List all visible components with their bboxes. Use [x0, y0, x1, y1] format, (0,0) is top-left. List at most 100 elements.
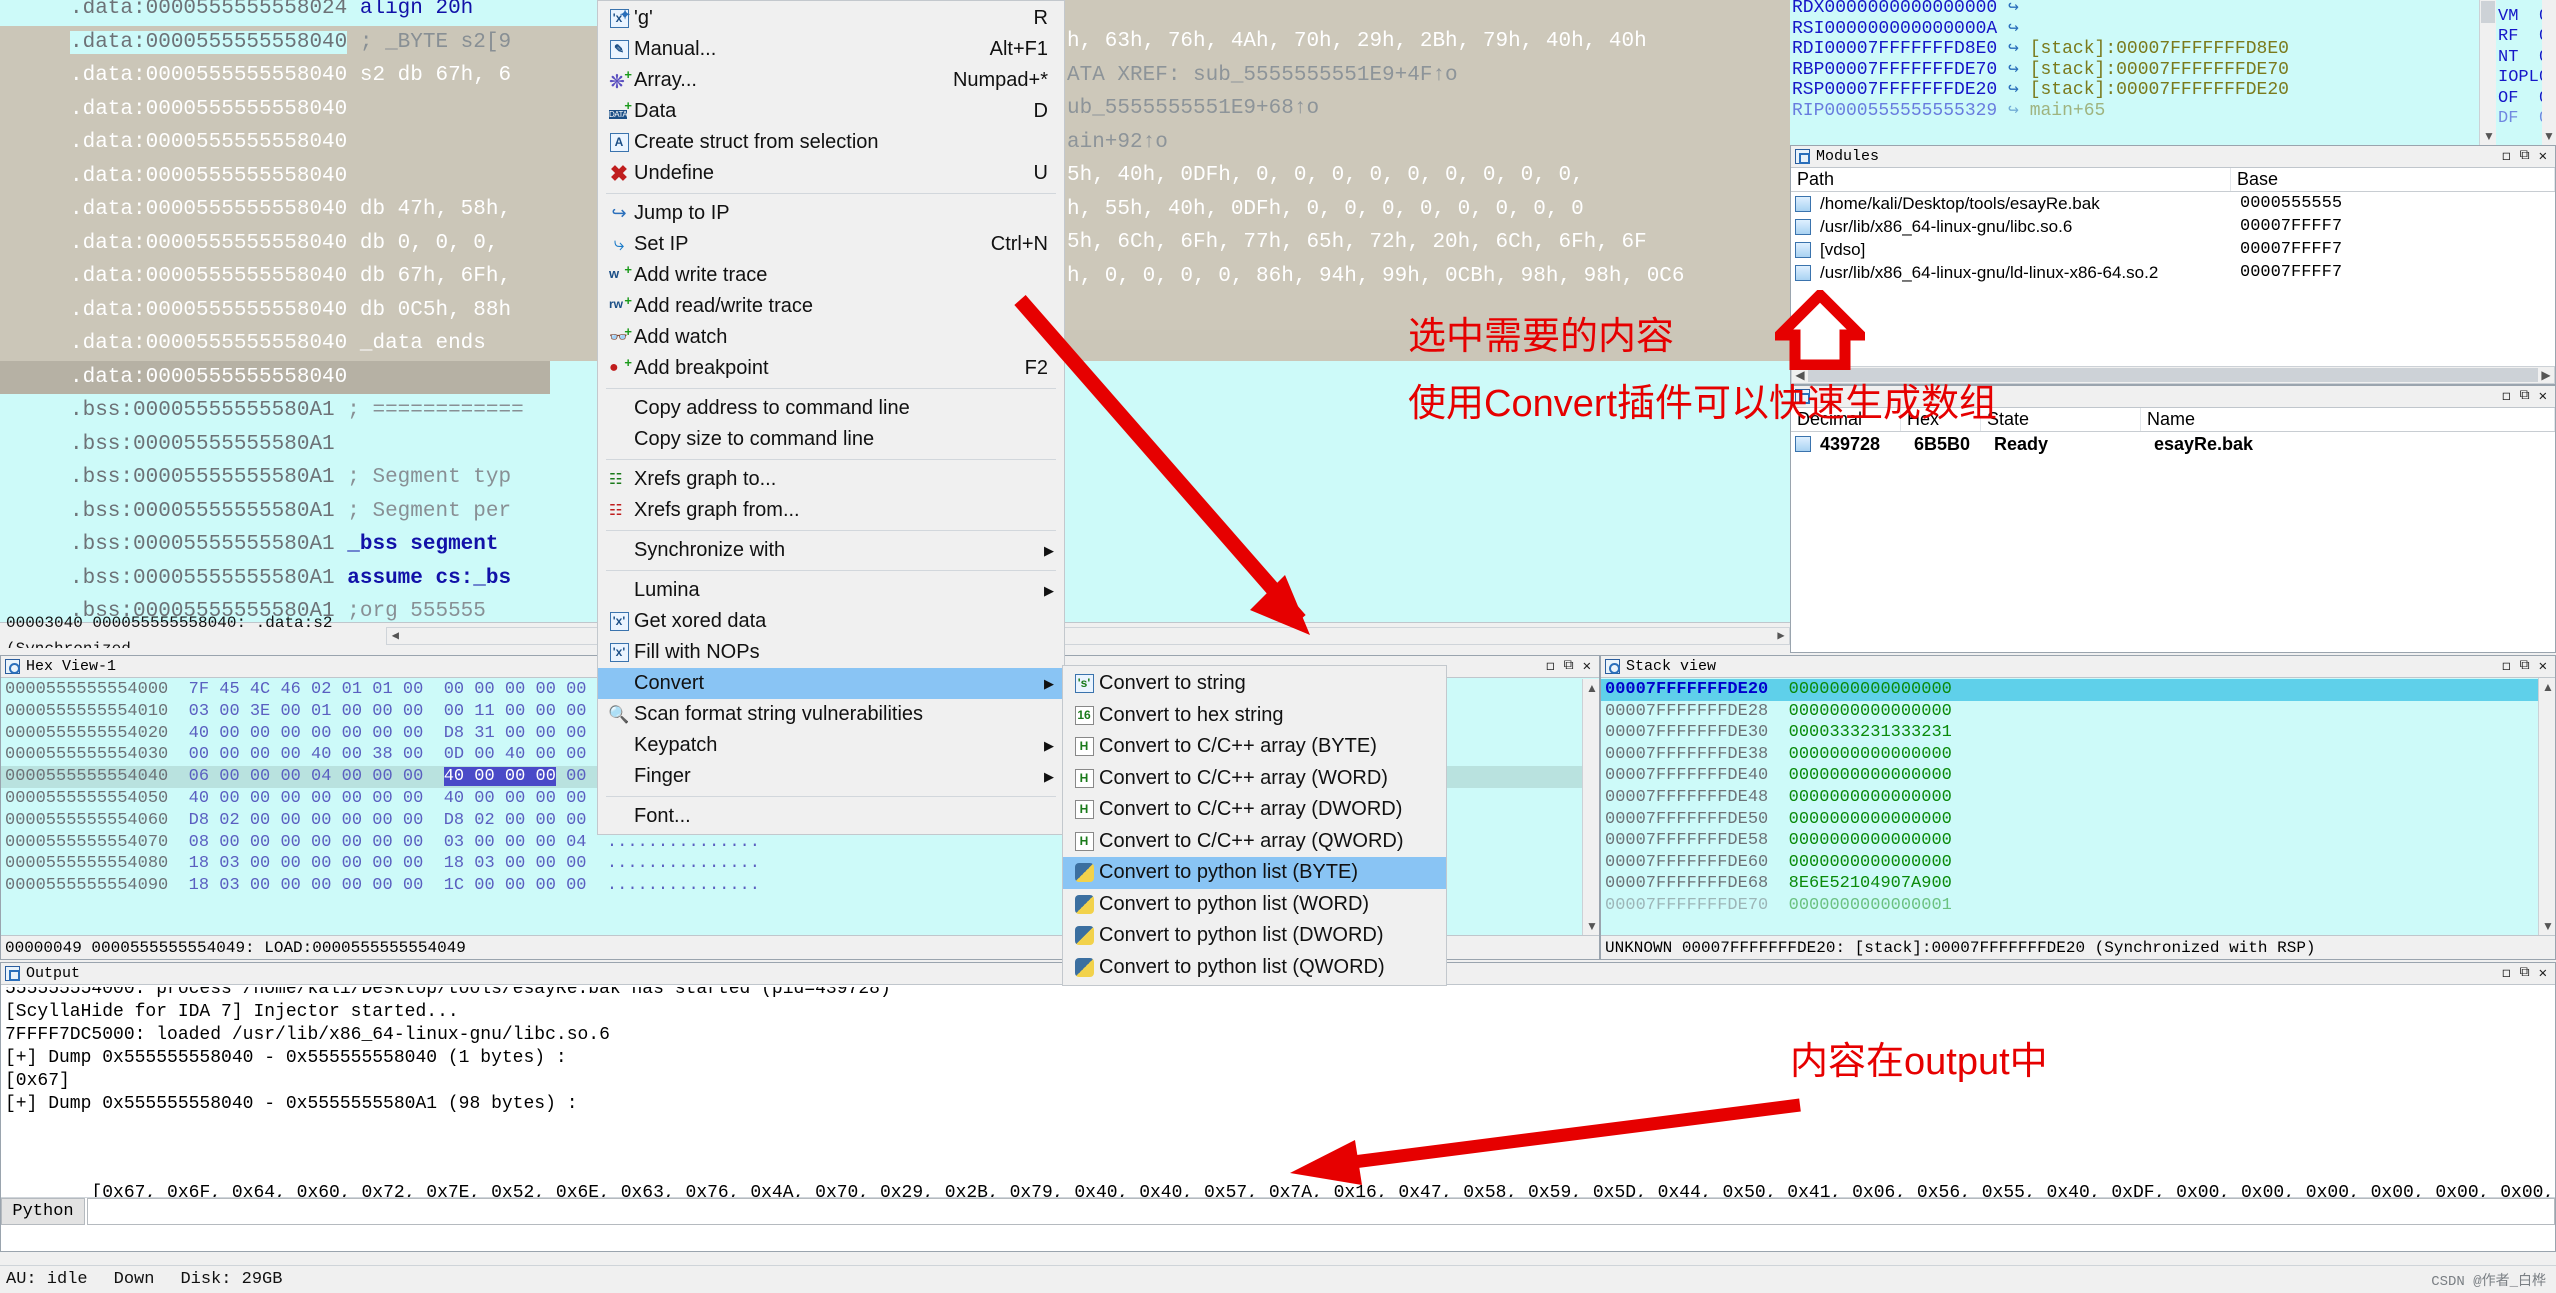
restore-button[interactable]: ◻ [1546, 658, 1554, 675]
register-link-icon[interactable]: ↪ [2008, 60, 2019, 80]
register-row[interactable]: RDX0000000000000000 ↪ [1790, 0, 2496, 19]
register-link-icon[interactable]: ↪ [2008, 0, 2019, 18]
table-row[interactable]: /usr/lib/x86_64-linux-gnu/ld-linux-x86-6… [1791, 261, 2555, 284]
menu-item-synchronize-with[interactable]: Synchronize with ▶ [598, 535, 1064, 566]
stack-row[interactable]: 00007FFFFFFFDE70 0000000000000001 [1601, 895, 2538, 917]
stack-row[interactable]: 00007FFFFFFFDE68 8E6E52104907A900 [1601, 873, 2538, 895]
menu-item-jump-to-ip[interactable]: ↪ Jump to IP [598, 198, 1064, 229]
submenu-item-convert-to-python-list-byte[interactable]: Convert to python list (BYTE) [1063, 857, 1446, 889]
flags-vscrollbar[interactable]: ▼ [2542, 0, 2556, 145]
menu-item-lumina[interactable]: Lumina ▶ [598, 575, 1064, 606]
stackview-vscrollbar[interactable]: ▲ ▼ [2538, 678, 2555, 935]
maximize-button[interactable]: ⧉ [2520, 148, 2530, 165]
menu-item-finger[interactable]: Finger ▶ [598, 761, 1064, 792]
stack-row[interactable]: 00007FFFFFFFDE28 0000000000000000 [1601, 701, 2538, 723]
restore-button[interactable]: ◻ [2502, 965, 2510, 982]
restore-button[interactable]: ◻ [2502, 658, 2510, 675]
submenu-item-convert-to-string[interactable]: 's' Convert to string [1063, 668, 1446, 700]
scroll-thumb[interactable] [2481, 1, 2495, 23]
register-row[interactable]: RDI00007FFFFFFFD8E0 ↪ [stack]:00007FFFFF… [1790, 39, 2496, 60]
python-console-row[interactable]: Python [1, 1197, 2555, 1225]
menu-item-xrefs-graph-from[interactable]: ☷ Xrefs graph from... [598, 495, 1064, 526]
table-row[interactable]: /home/kali/Desktop/tools/esayRe.bak 00005… [1791, 192, 2555, 215]
table-row[interactable]: /usr/lib/x86_64-linux-gnu/libc.so.6 00007… [1791, 215, 2555, 238]
python-input[interactable] [87, 1198, 2555, 1225]
menu-item-scan-format-string[interactable]: 🔍 Scan format string vulnerabilities [598, 699, 1064, 730]
register-row[interactable]: RIP0000555555555329 ↪ main+65 [1790, 101, 2496, 122]
submenu-item-convert-to-python-list-qword[interactable]: Convert to python list (QWORD) [1063, 952, 1446, 984]
menu-item-create-struct[interactable]: A Create struct from selection [598, 127, 1064, 158]
table-row[interactable]: [vdso] 00007FFFF7 [1791, 238, 2555, 261]
registers-panel[interactable]: RDX0000000000000000 ↪ RSI000000000000000… [1790, 0, 2496, 145]
menu-item-set-ip[interactable]: ⤷ Set IP Ctrl+N [598, 229, 1064, 260]
maximize-button[interactable]: ⧉ [2520, 388, 2530, 405]
register-link-icon[interactable]: ↪ [2008, 19, 2019, 39]
register-row[interactable]: RSI000000000000000A ↪ [1790, 19, 2496, 40]
convert-submenu[interactable]: 's' Convert to string 16 Convert to hex st… [1062, 665, 1447, 986]
scroll-right-icon[interactable]: ▶ [1773, 623, 1789, 649]
stack-row[interactable]: 00007FFFFFFFDE58 0000000000000000 [1601, 830, 2538, 852]
register-row[interactable]: RBP00007FFFFFFFDE70 ↪ [stack]:00007FFFFF… [1790, 60, 2496, 81]
registers-vscrollbar[interactable]: ▼ [2479, 0, 2496, 145]
chevron-down-icon[interactable]: ▼ [2542, 919, 2554, 933]
scroll-right-icon[interactable]: ▶ [2538, 368, 2554, 382]
flags-panel[interactable]: AC 0 VM 0 RF 0 NT 0 IOPL0 OF 0 DF 0 ▼ [2496, 0, 2556, 145]
column-header-name[interactable]: Name [2141, 408, 2555, 431]
submenu-item-convert-to-hex-string[interactable]: 16 Convert to hex string [1063, 700, 1446, 732]
menu-item-data[interactable]: DATA + Data D [598, 96, 1064, 127]
menu-item-convert[interactable]: Convert ▶ [598, 668, 1064, 699]
register-link-icon[interactable]: ↪ [2008, 101, 2019, 121]
menu-item-rename[interactable]: 'x' ✦'g' R [598, 3, 1064, 34]
hexview-vscrollbar[interactable]: ▲ ▼ [1582, 679, 1599, 935]
chevron-down-icon[interactable]: ▼ [2543, 129, 2555, 143]
submenu-item-convert-to-c-array-word[interactable]: H Convert to C/C++ array (WORD) [1063, 763, 1446, 795]
python-toggle-button[interactable]: Python [1, 1198, 85, 1225]
menu-item-add-read-write-trace[interactable]: rw + Add read/write trace [598, 291, 1064, 322]
stack-row[interactable]: 00007FFFFFFFDE60 0000000000000000 [1601, 852, 2538, 874]
stack-row[interactable]: 00007FFFFFFFDE50 0000000000000000 [1601, 809, 2538, 831]
column-header-state[interactable]: State [1981, 408, 2141, 431]
submenu-item-convert-to-c-array-qword[interactable]: H Convert to C/C++ array (QWORD) [1063, 826, 1446, 858]
context-menu[interactable]: 'x' ✦'g' R ✎ Manual... Alt+F1 ❋ + Array... Nump… [597, 0, 1065, 835]
menu-item-keypatch[interactable]: Keypatch ▶ [598, 730, 1064, 761]
stack-row-selected[interactable]: 00007FFFFFFFDE20 0000000000000000 [1601, 679, 2538, 701]
maximize-button[interactable]: ⧉ [1564, 658, 1574, 675]
close-button[interactable]: ✕ [1583, 658, 1591, 675]
modules-panel[interactable]: Modules ◻ ⧉ ✕ Path Base /home/kali/Deskt… [1790, 145, 2556, 385]
maximize-button[interactable]: ⧉ [2520, 658, 2530, 675]
stack-row[interactable]: 00007FFFFFFFDE40 0000000000000000 [1601, 765, 2538, 787]
menu-item-font[interactable]: Font... [598, 801, 1064, 832]
maximize-button[interactable]: ⧉ [2520, 965, 2530, 982]
menu-item-undefine[interactable]: ✖ Undefine U [598, 158, 1064, 189]
chevron-up-icon[interactable]: ▲ [1586, 681, 1598, 695]
menu-item-fill-with-nops[interactable]: 'x' Fill with NOPs [598, 637, 1064, 668]
table-row[interactable]: 439728 6B5B0 Ready esayRe.bak [1791, 432, 2555, 456]
close-button[interactable]: ✕ [2539, 658, 2547, 675]
menu-item-add-watch[interactable]: 👓 + Add watch [598, 322, 1064, 353]
stack-row[interactable]: 00007FFFFFFFDE30 0000333231333231 [1601, 722, 2538, 744]
output-panel[interactable]: Output ◻ ⧉ ✕ 555555554000: process /home… [0, 962, 2556, 1252]
close-button[interactable]: ✕ [2539, 388, 2547, 405]
menu-item-add-write-trace[interactable]: w + Add write trace [598, 260, 1064, 291]
menu-item-copy-address[interactable]: Copy address to command line [598, 393, 1064, 424]
menu-item-copy-size[interactable]: Copy size to command line [598, 424, 1064, 455]
menu-item-manual[interactable]: ✎ Manual... Alt+F1 [598, 34, 1064, 65]
restore-button[interactable]: ◻ [2502, 388, 2510, 405]
chevron-down-icon[interactable]: ▼ [2483, 129, 2495, 143]
menu-item-add-breakpoint[interactable]: ● + Add breakpoint F2 [598, 353, 1064, 384]
submenu-item-convert-to-c-array-byte[interactable]: H Convert to C/C++ array (BYTE) [1063, 731, 1446, 763]
disasm-line-current[interactable]: .data:0000555555558040 [0, 360, 550, 394]
close-button[interactable]: ✕ [2539, 965, 2547, 982]
stack-row[interactable]: 00007FFFFFFFDE48 0000000000000000 [1601, 787, 2538, 809]
register-link-icon[interactable]: ↪ [2008, 80, 2019, 100]
restore-button[interactable]: ◻ [2502, 148, 2510, 165]
menu-item-array[interactable]: ❋ + Array... Numpad+* [598, 65, 1064, 96]
stack-view-panel[interactable]: Stack view ◻ ⧉ ✕ 00007FFFFFFFDE20 000000… [1600, 655, 2556, 960]
column-header-base[interactable]: Base [2231, 168, 2555, 191]
chevron-down-icon[interactable]: ▼ [1586, 919, 1598, 933]
register-row[interactable]: RSP00007FFFFFFFDE20 ↪ [stack]:00007FFFFF… [1790, 80, 2496, 101]
menu-item-get-xored-data[interactable]: 'x' Get xored data [598, 606, 1064, 637]
submenu-item-convert-to-python-list-dword[interactable]: Convert to python list (DWORD) [1063, 920, 1446, 952]
menu-item-xrefs-graph-to[interactable]: ☷ Xrefs graph to... [598, 464, 1064, 495]
stack-row[interactable]: 00007FFFFFFFDE38 0000000000000000 [1601, 744, 2538, 766]
